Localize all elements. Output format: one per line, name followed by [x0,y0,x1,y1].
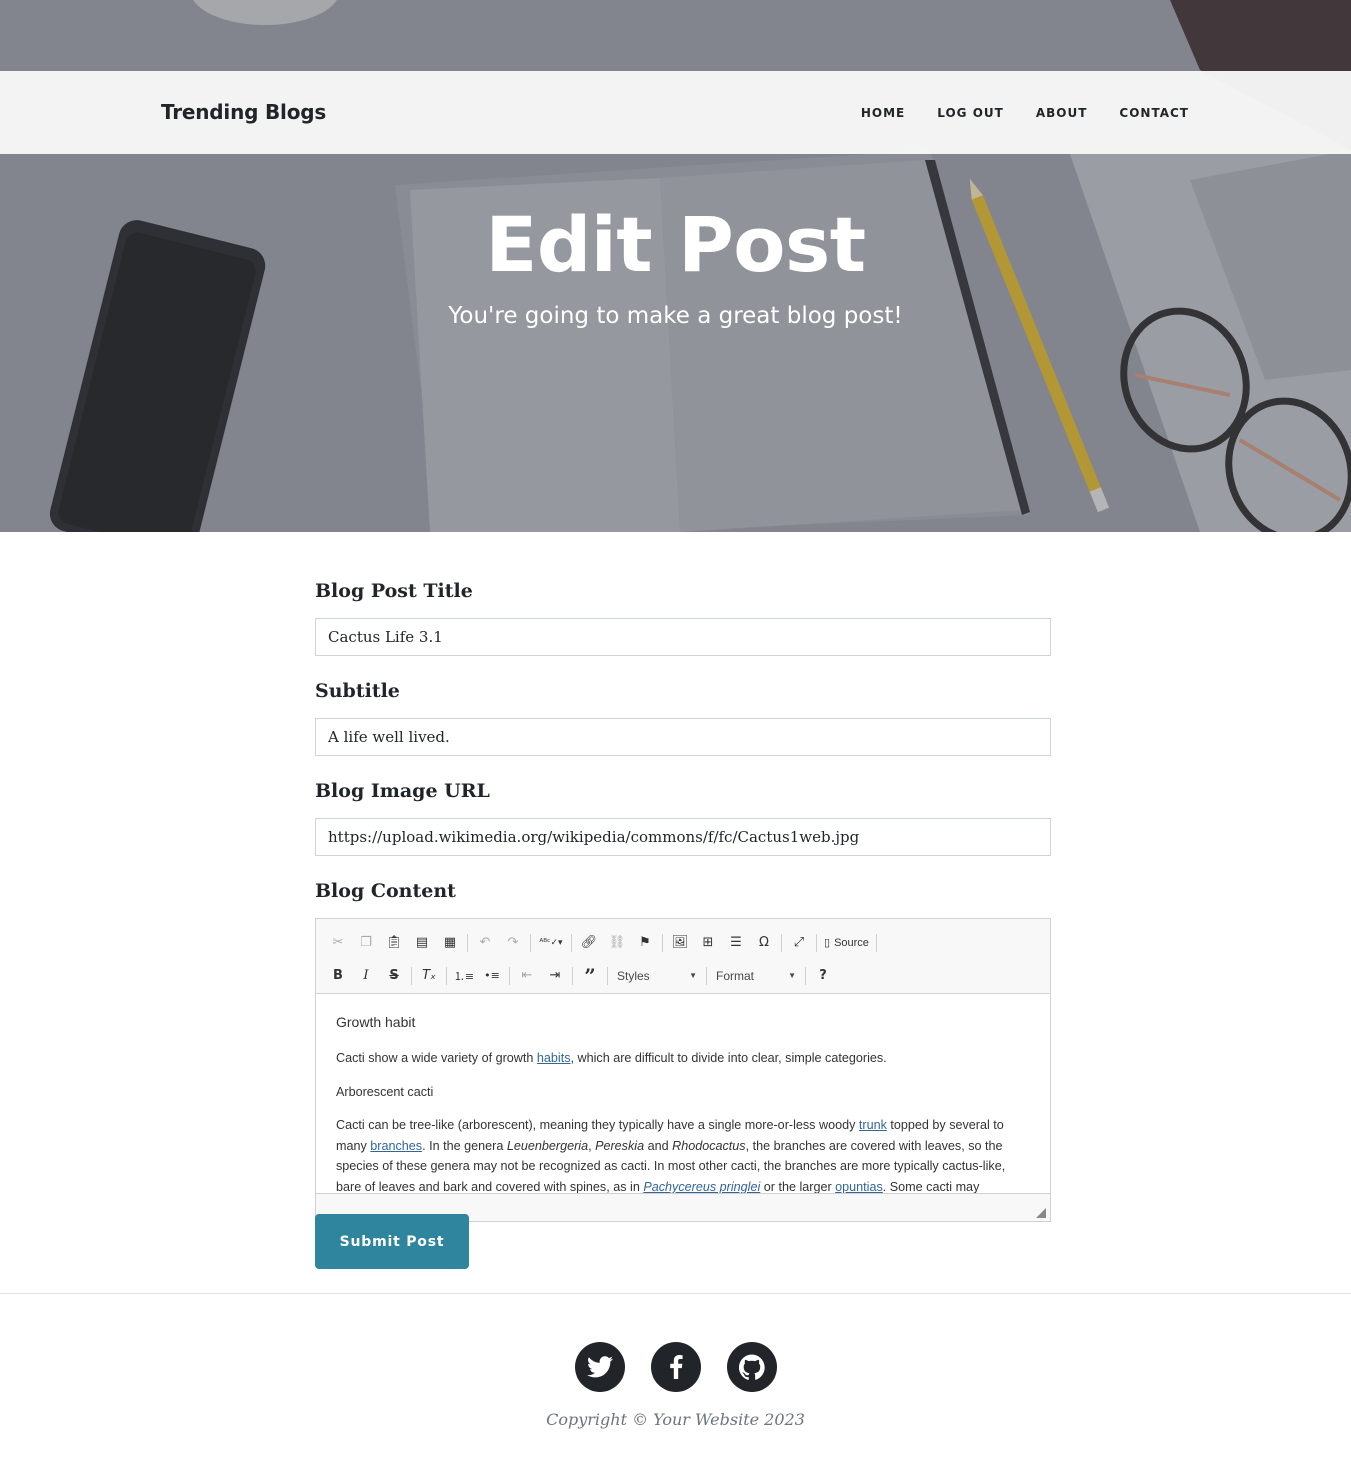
toolbar-row-1: ✂ ❐ 📋︎ ▤ ▦ ↶ ↷ ᴬᴮᶜ✓▾ 🔗︎ ⛓ ⚑ 🖼︎ ⊞ ☰ Ω ⤢ ▯… [324,926,1042,959]
subtitle-input[interactable] [315,718,1051,756]
pachycereus-link[interactable]: Pachycereus pringlei [643,1180,760,1193]
page-title: Edit Post [485,200,866,289]
nav-about-link[interactable]: ABOUT [1036,106,1088,120]
maximize-icon[interactable]: ⤢ [785,931,813,955]
indent-icon[interactable]: ⇥ [541,964,569,988]
outdent-icon[interactable]: ⇤ [513,964,541,988]
paste-word-icon[interactable]: ▦ [436,931,464,955]
editor-toolbar: ✂ ❐ 📋︎ ▤ ▦ ↶ ↷ ᴬᴮᶜ✓▾ 🔗︎ ⛓ ⚑ 🖼︎ ⊞ ☰ Ω ⤢ ▯… [316,919,1050,994]
cut-icon[interactable]: ✂ [324,931,352,955]
italic-icon[interactable]: I [352,964,380,988]
social-links [0,1342,1351,1392]
numbered-list-icon[interactable]: ⒈≡ [450,964,478,988]
source-label: Source [834,936,869,949]
styles-dropdown[interactable]: Styles ▼ [611,965,703,987]
toolbar-row-2: B I S Tₓ ⒈≡ •≡ ⇤ ⇥ ” Styles ▼ Format ▼ ? [324,959,1042,992]
anchor-icon[interactable]: ⚑ [631,931,659,955]
subtitle-label: Subtitle [315,680,400,702]
editor-content[interactable]: Growth habit Cacti show a wide variety o… [316,994,1050,1193]
table-icon[interactable]: ⊞ [694,931,722,955]
image-url-label: Blog Image URL [315,780,490,802]
unlink-icon[interactable]: ⛓ [603,931,631,955]
horizontal-rule-icon[interactable]: ☰ [722,931,750,955]
blockquote-icon[interactable]: ” [576,964,604,988]
image-icon[interactable]: 🖼︎ [666,931,694,955]
footer-divider [0,1293,1351,1294]
title-input[interactable] [315,618,1051,656]
format-dropdown[interactable]: Format ▼ [710,965,802,987]
special-char-icon[interactable]: Ω [750,931,778,955]
bulleted-list-icon[interactable]: •≡ [478,964,506,988]
branches-link[interactable]: branches [370,1139,422,1153]
nav-contact-link[interactable]: CONTACT [1119,106,1189,120]
submit-post-button[interactable]: Submit Post [315,1214,469,1269]
format-label: Format [716,968,755,983]
help-icon[interactable]: ? [809,964,837,988]
remove-format-icon[interactable]: Tₓ [415,964,443,988]
resize-handle-icon[interactable] [1036,1208,1046,1218]
paste-text-icon[interactable]: ▤ [408,931,436,955]
copyright-text: Copyright © Your Website 2023 [546,1410,805,1429]
hero-header: Trending Blogs HOME LOG OUT ABOUT CONTAC… [0,0,1351,532]
strikethrough-icon[interactable]: S [380,964,408,988]
github-icon[interactable] [726,1342,777,1392]
undo-icon[interactable]: ↶ [471,931,499,955]
brand-logo[interactable]: Trending Blogs [161,71,326,154]
page-subtitle: You're going to make a great blog post! [448,303,903,329]
nav-home-link[interactable]: HOME [861,106,905,120]
image-url-input[interactable] [315,818,1051,856]
content-label: Blog Content [315,880,456,902]
chevron-down-icon: ▼ [788,971,796,980]
bold-icon[interactable]: B [324,964,352,988]
edit-post-form: Blog Post Title Subtitle Blog Image URL … [315,580,1051,1222]
title-label: Blog Post Title [315,580,473,602]
rich-text-editor: ✂ ❐ 📋︎ ▤ ▦ ↶ ↷ ᴬᴮᶜ✓▾ 🔗︎ ⛓ ⚑ 🖼︎ ⊞ ☰ Ω ⤢ ▯… [315,918,1051,1222]
copy-icon[interactable]: ❐ [352,931,380,955]
content-paragraph: Cacti show a wide variety of growth habi… [336,1051,887,1065]
styles-label: Styles [617,968,650,983]
spellcheck-icon[interactable]: ᴬᴮᶜ✓▾ [534,931,568,955]
chevron-down-icon: ▼ [689,971,697,980]
content-subheading: Arborescent cacti [336,1084,434,1099]
habits-link[interactable]: habits [537,1051,571,1065]
source-button[interactable]: ▯ Source [820,936,873,950]
nav-links: HOME LOG OUT ABOUT CONTACT [829,71,1189,154]
link-icon[interactable]: 🔗︎ [575,931,603,955]
paste-icon[interactable]: 📋︎ [380,931,408,955]
trunk-link[interactable]: trunk [859,1118,887,1132]
opuntias-link[interactable]: opuntias [835,1180,883,1193]
navbar: Trending Blogs HOME LOG OUT ABOUT CONTAC… [0,71,1351,154]
nav-logout-link[interactable]: LOG OUT [937,106,1004,120]
facebook-icon[interactable] [650,1342,701,1392]
twitter-icon[interactable] [574,1342,625,1392]
redo-icon[interactable]: ↷ [499,931,527,955]
content-heading: Growth habit [336,1014,416,1030]
content-paragraph: Cacti can be tree-like (arborescent), me… [336,1118,1006,1193]
source-icon: ▯ [824,937,831,949]
